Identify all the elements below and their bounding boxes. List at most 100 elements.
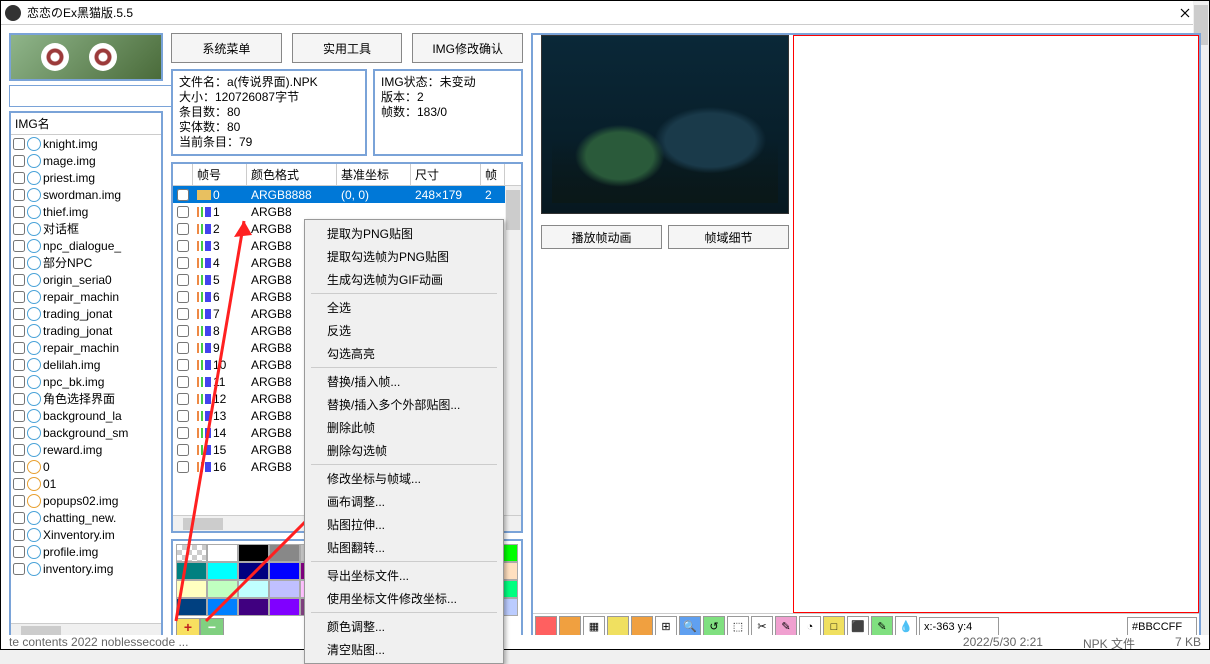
list-item[interactable]: inventory.img (11, 560, 161, 577)
menu-item[interactable]: 画布调整... (307, 490, 501, 513)
menu-item[interactable]: 修改坐标与帧域... (307, 467, 501, 490)
palette-color[interactable] (176, 580, 207, 598)
palette-color[interactable] (207, 562, 238, 580)
list-item[interactable]: origin_seria0 (11, 271, 161, 288)
list-item[interactable]: repair_machin (11, 288, 161, 305)
img-list[interactable]: knight.imgmage.imgpriest.imgswordman.img… (11, 135, 161, 623)
table-row[interactable]: 0ARGB8888(0, 0)248×1792 (173, 186, 521, 203)
menu-item[interactable]: 替换/插入多个外部贴图... (307, 393, 501, 416)
control-button[interactable]: 播放帧动画 (541, 225, 662, 249)
list-item[interactable]: knight.img (11, 135, 161, 152)
checkbox[interactable] (13, 240, 25, 252)
palette-color[interactable] (269, 562, 300, 580)
list-item[interactable]: 角色选择界面 (11, 390, 161, 407)
checkbox[interactable] (13, 274, 25, 286)
context-menu[interactable]: 提取为PNG贴图提取勾选帧为PNG贴图生成勾选帧为GIF动画全选反选勾选高亮替换… (304, 219, 504, 664)
list-item[interactable]: popups02.img (11, 492, 161, 509)
palette-color[interactable] (176, 562, 207, 580)
checkbox[interactable] (13, 359, 25, 371)
checkbox[interactable] (13, 206, 25, 218)
palette-color[interactable] (176, 544, 207, 562)
checkbox[interactable] (177, 359, 189, 371)
list-item[interactable]: swordman.img (11, 186, 161, 203)
remove-button[interactable]: − (200, 618, 224, 636)
palette-color[interactable] (238, 544, 269, 562)
control-button[interactable]: 帧域细节 (668, 225, 789, 249)
checkbox[interactable] (13, 393, 25, 405)
checkbox[interactable] (177, 308, 189, 320)
list-item[interactable]: Xinventory.im (11, 526, 161, 543)
list-item[interactable]: npc_dialogue_ (11, 237, 161, 254)
checkbox[interactable] (177, 461, 189, 473)
checkbox[interactable] (177, 342, 189, 354)
checkbox[interactable] (177, 410, 189, 422)
checkbox[interactable] (13, 546, 25, 558)
menu-item[interactable]: 颜色调整... (307, 615, 501, 638)
menu-item[interactable]: 提取为PNG贴图 (307, 222, 501, 245)
search-input[interactable] (9, 85, 174, 107)
menu-item[interactable]: 反选 (307, 319, 501, 342)
checkbox[interactable] (177, 427, 189, 439)
list-item[interactable]: delilah.img (11, 356, 161, 373)
list-item[interactable]: background_la (11, 407, 161, 424)
list-item[interactable]: mage.img (11, 152, 161, 169)
palette-color[interactable] (269, 544, 300, 562)
checkbox[interactable] (177, 257, 189, 269)
checkbox[interactable] (177, 206, 189, 218)
checkbox[interactable] (177, 444, 189, 456)
palette-color[interactable] (238, 580, 269, 598)
checkbox[interactable] (13, 257, 25, 269)
checkbox[interactable] (13, 529, 25, 541)
palette-color[interactable] (238, 598, 269, 616)
checkbox[interactable] (13, 478, 25, 490)
checkbox[interactable] (13, 189, 25, 201)
palette-color[interactable] (269, 598, 300, 616)
list-item[interactable]: 对话框 (11, 220, 161, 237)
checkbox[interactable] (13, 308, 25, 320)
list-item[interactable]: reward.img (11, 441, 161, 458)
checkbox[interactable] (13, 291, 25, 303)
menu-item[interactable]: 删除此帧 (307, 416, 501, 439)
list-item[interactable]: profile.img (11, 543, 161, 560)
menu-item[interactable]: 贴图拉伸... (307, 513, 501, 536)
menu-item[interactable]: 贴图翻转... (307, 536, 501, 559)
checkbox[interactable] (13, 444, 25, 456)
checkbox[interactable] (13, 325, 25, 337)
add-button[interactable]: + (176, 618, 200, 636)
checkbox[interactable] (177, 189, 189, 201)
list-item[interactable]: thief.img (11, 203, 161, 220)
palette-color[interactable] (207, 544, 238, 562)
menu-item[interactable]: 删除勾选帧 (307, 439, 501, 462)
list-item[interactable]: chatting_new. (11, 509, 161, 526)
checkbox[interactable] (13, 427, 25, 439)
checkbox[interactable] (177, 223, 189, 235)
palette-color[interactable] (238, 562, 269, 580)
checkbox[interactable] (177, 325, 189, 337)
list-item[interactable]: background_sm (11, 424, 161, 441)
checkbox[interactable] (13, 512, 25, 524)
checkbox[interactable] (13, 223, 25, 235)
table-row[interactable]: 1ARGB8 (173, 203, 521, 220)
checkbox[interactable] (13, 172, 25, 184)
menu-item[interactable]: 全选 (307, 296, 501, 319)
list-item[interactable]: 0 (11, 458, 161, 475)
list-item[interactable]: repair_machin (11, 339, 161, 356)
checkbox[interactable] (13, 376, 25, 388)
list-item[interactable]: trading_jonat (11, 322, 161, 339)
scrollbar[interactable] (505, 186, 521, 515)
list-item[interactable]: npc_bk.img (11, 373, 161, 390)
checkbox[interactable] (177, 240, 189, 252)
checkbox[interactable] (177, 291, 189, 303)
menu-item[interactable]: 导出坐标文件... (307, 564, 501, 587)
checkbox[interactable] (177, 274, 189, 286)
palette-color[interactable] (207, 580, 238, 598)
checkbox[interactable] (13, 138, 25, 150)
checkbox[interactable] (13, 461, 25, 473)
list-item[interactable]: trading_jonat (11, 305, 161, 322)
palette-color[interactable] (207, 598, 238, 616)
checkbox[interactable] (13, 155, 25, 167)
toolbar-button[interactable]: 实用工具 (292, 33, 403, 63)
checkbox[interactable] (13, 342, 25, 354)
menu-item[interactable]: 勾选高亮 (307, 342, 501, 365)
toolbar-button[interactable]: IMG修改确认 (412, 33, 523, 63)
